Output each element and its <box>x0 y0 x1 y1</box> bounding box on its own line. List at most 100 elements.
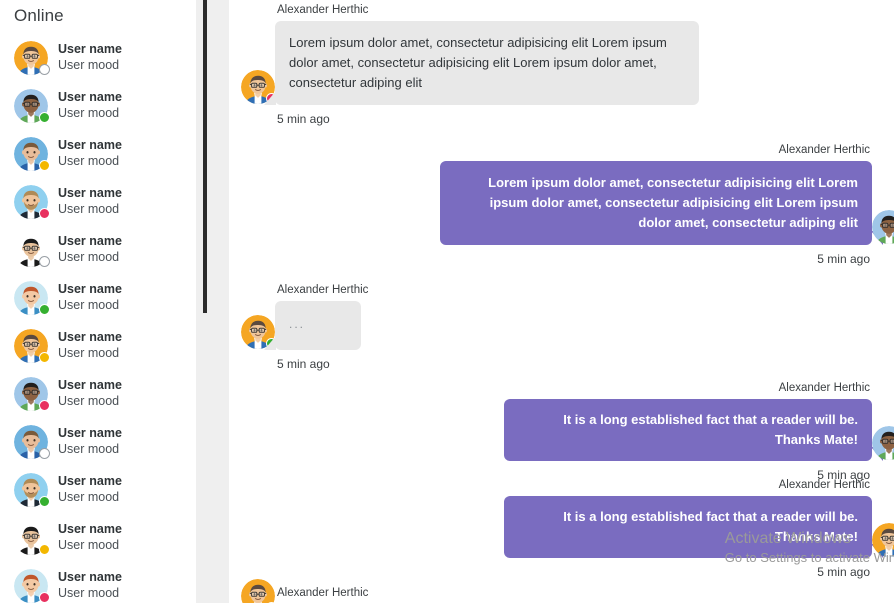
list-item[interactable]: User name User mood <box>0 370 196 418</box>
user-mood-label: User mood <box>58 202 120 216</box>
user-mood-label: User mood <box>58 58 120 72</box>
avatar <box>14 281 50 315</box>
user-mood-label: User mood <box>58 346 120 360</box>
avatar <box>14 425 50 459</box>
user-name-label: User name <box>58 90 122 105</box>
scrollbar-track[interactable] <box>196 0 229 603</box>
status-badge <box>39 496 50 507</box>
message-timestamp: 5 min ago <box>817 565 870 580</box>
avatar <box>14 89 50 123</box>
online-users-sidebar: Online User name User mood User name Use… <box>0 0 196 603</box>
user-name-label: User name <box>58 186 122 201</box>
avatar <box>14 473 50 507</box>
status-badge <box>39 256 50 267</box>
user-mood-label: User mood <box>58 106 120 120</box>
status-badge <box>39 160 50 171</box>
user-mood-label: User mood <box>58 538 120 552</box>
message-bubble[interactable]: Lorem ipsum dolor amet, consectetur adip… <box>264 21 699 106</box>
user-name-label: User name <box>58 522 122 537</box>
avatar <box>14 521 50 555</box>
user-mood-label: User mood <box>58 298 120 312</box>
list-item[interactable]: User name User mood <box>0 466 196 514</box>
avatar <box>14 137 50 171</box>
message-block: Alexander Herthic It is a long establishe… <box>504 382 894 482</box>
status-badge <box>39 208 50 219</box>
page-title: Online <box>14 6 64 25</box>
user-mood-label: User mood <box>58 250 120 264</box>
bubble-tail <box>264 335 276 350</box>
user-name-label: User name <box>58 570 122 585</box>
avatar <box>14 41 50 75</box>
user-text: User name User mood <box>58 42 122 73</box>
message-bubble[interactable]: Lorem ipsum dolor amet, consectetur adip… <box>440 161 883 246</box>
message-row: Alexander Herthic It is a long establishe… <box>241 382 894 482</box>
list-item[interactable]: User name User mood <box>0 274 196 322</box>
message-author: Alexander Herthic <box>277 4 369 16</box>
user-text: User name User mood <box>58 186 122 217</box>
avatar <box>14 569 50 603</box>
message-column: Alexander Herthic It is a long establishe… <box>504 479 883 580</box>
message-block: Alexander Herthic Lorem ipsum dolor amet,… <box>241 4 699 126</box>
message-timestamp: 5 min ago <box>277 112 330 127</box>
scrollbar-thumb[interactable] <box>203 0 207 313</box>
message-row: Alexander Herthic Lorem ipsum dolor amet,… <box>241 4 894 126</box>
message-timestamp: 5 min ago <box>277 356 330 371</box>
message-column: Alexander Herthic... 5 min ago <box>264 284 370 371</box>
list-item[interactable]: User name User mood <box>0 514 196 562</box>
message-block: Alexander Herthic Lorem ipsum dolor amet,… <box>440 144 894 266</box>
list-item[interactable]: User name User mood <box>0 322 196 370</box>
sidebar-scroll-gutter[interactable] <box>196 0 229 603</box>
message-column: Alexander Herthic <box>275 587 699 603</box>
user-avatar-icon <box>241 579 275 603</box>
typing-indicator-bubble[interactable]: ... <box>264 301 361 350</box>
message-bubble[interactable]: It is a long established fact that a rea… <box>504 496 883 559</box>
user-text: User name User mood <box>58 90 122 121</box>
message-author: Alexander Herthic <box>778 479 870 491</box>
user-text: User name User mood <box>58 570 122 601</box>
user-text: User name User mood <box>58 474 122 505</box>
avatar <box>14 329 50 363</box>
message-author: Alexander Herthic <box>277 284 369 296</box>
message-timestamp: 5 min ago <box>817 252 870 267</box>
user-text: User name User mood <box>58 234 122 265</box>
chat-message-panel: Alexander Herthic Lorem ipsum dolor amet,… <box>229 0 894 603</box>
user-name-label: User name <box>58 378 122 393</box>
user-name-label: User name <box>58 330 122 345</box>
status-badge <box>39 352 50 363</box>
user-name-label: User name <box>58 282 122 297</box>
message-block: Alexander Herthic It is a long establishe… <box>504 479 894 579</box>
message-avatar <box>872 210 894 245</box>
list-item[interactable]: User name User mood <box>0 226 196 274</box>
status-badge <box>39 400 50 411</box>
user-avatar-icon <box>872 210 894 245</box>
message-author: Alexander Herthic <box>778 382 870 394</box>
user-text: User name User mood <box>58 522 122 553</box>
user-text: User name User mood <box>58 138 122 169</box>
list-item[interactable]: User name User mood <box>0 178 196 226</box>
user-mood-label: User mood <box>58 154 120 168</box>
status-badge <box>39 64 50 75</box>
user-text: User name User mood <box>58 378 122 409</box>
user-text: User name User mood <box>58 426 122 457</box>
message-author: Alexander Herthic <box>778 144 870 156</box>
message-column: Alexander Herthic Lorem ipsum dolor amet,… <box>264 4 699 127</box>
user-avatar-icon <box>872 523 894 558</box>
list-item[interactable]: User name User mood <box>0 82 196 130</box>
message-row: Alexander Herthic... 5 min ago <box>241 284 894 371</box>
message-avatar <box>872 426 894 461</box>
status-badge <box>39 448 50 459</box>
message-bubble[interactable]: It is a long established fact that a rea… <box>504 399 883 462</box>
user-mood-label: User mood <box>58 586 120 600</box>
list-item[interactable]: User name User mood <box>0 34 196 82</box>
message-avatar <box>872 523 894 558</box>
status-badge <box>39 112 50 123</box>
user-text: User name User mood <box>58 282 122 313</box>
status-badge <box>39 304 50 315</box>
list-item[interactable]: User name User mood <box>0 130 196 178</box>
bubble-tail <box>264 91 276 106</box>
avatar <box>14 185 50 219</box>
user-name-label: User name <box>58 234 122 249</box>
list-item[interactable]: User name User mood <box>0 418 196 466</box>
user-text: User name User mood <box>58 330 122 361</box>
list-item[interactable]: User name User mood <box>0 562 196 603</box>
